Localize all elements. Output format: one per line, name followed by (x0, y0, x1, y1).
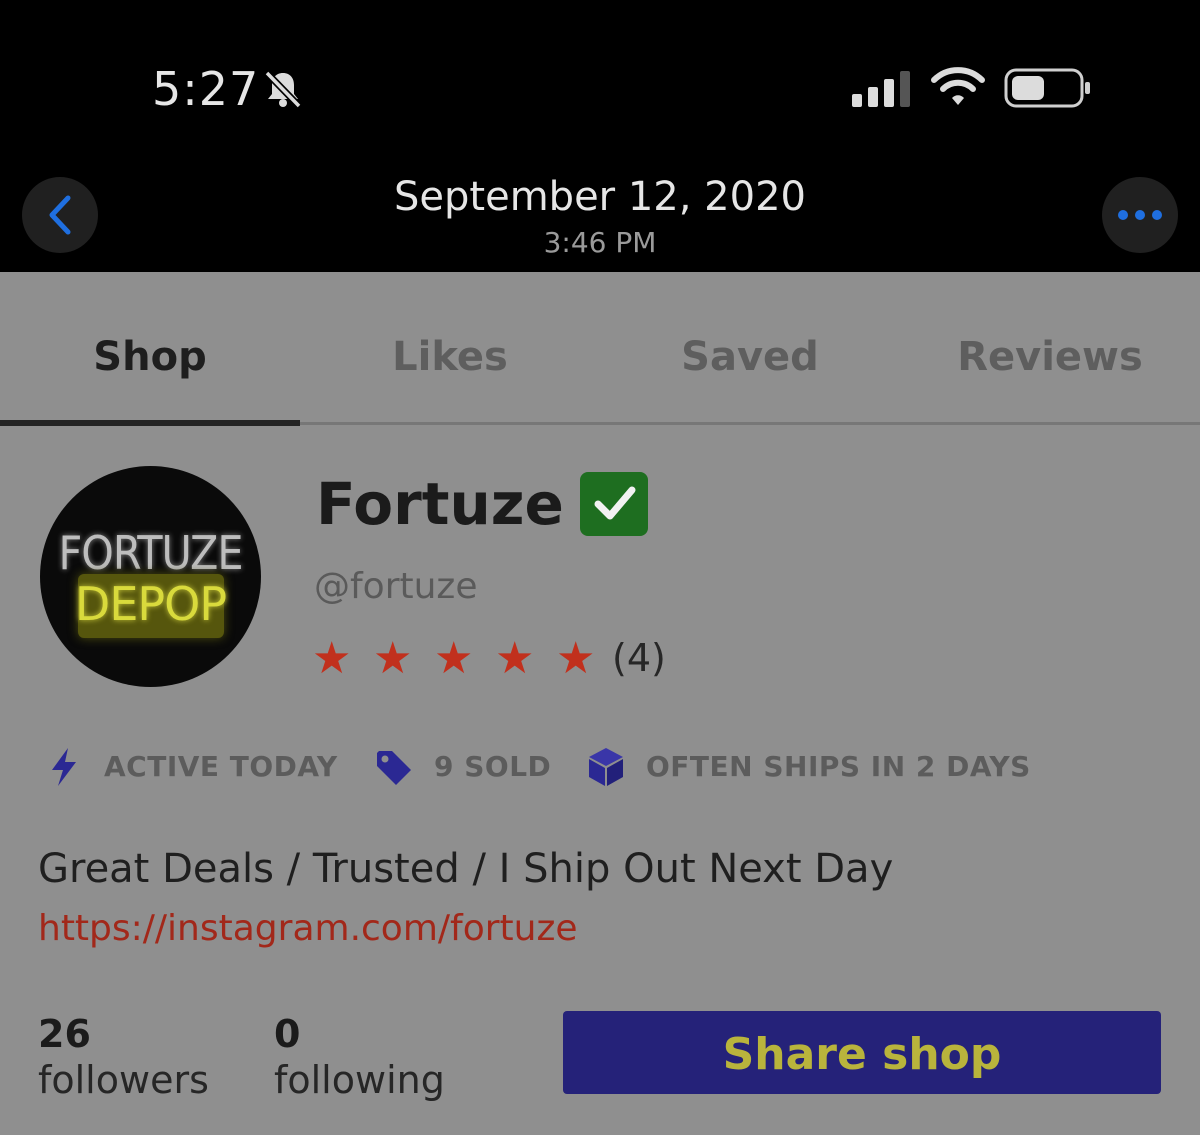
check-mark-button-icon (580, 472, 648, 536)
box-icon (589, 748, 623, 786)
share-shop-label: Share shop (722, 1029, 1002, 1080)
badge-sold: 9 SOLD (434, 750, 552, 783)
review-count[interactable]: (4) (612, 636, 666, 680)
share-shop-button[interactable]: Share shop (563, 1011, 1161, 1094)
avatar: FORTUZE DEPOP (40, 466, 261, 687)
bell-slash-icon (264, 70, 302, 109)
lightning-icon (52, 748, 76, 786)
followers-label[interactable]: followers (38, 1058, 209, 1102)
following-count[interactable]: 0 (274, 1012, 300, 1056)
tab-shop[interactable]: Shop (0, 334, 300, 380)
header-date: September 12, 2020 (394, 174, 806, 220)
battery-icon (1004, 68, 1090, 108)
star-icon: ★ (556, 634, 596, 683)
following-label[interactable]: following (274, 1058, 445, 1102)
profile-tabs: Shop Likes Saved Reviews (0, 272, 1200, 426)
badge-active-today: ACTIVE TODAY (104, 750, 338, 783)
tag-icon (377, 751, 411, 785)
avatar-text-top: FORTUZE (58, 526, 243, 580)
shop-name: Fortuze (316, 470, 564, 538)
header-time: 3:46 PM (543, 226, 657, 259)
ellipsis-icon (1118, 210, 1162, 220)
star-icon: ★ (373, 634, 413, 683)
wifi-icon (931, 67, 985, 105)
badge-ships: OFTEN SHIPS IN 2 DAYS (646, 750, 1031, 783)
instagram-link[interactable]: https://instagram.com/fortuze (38, 908, 578, 949)
status-time: 5:27 (152, 62, 260, 116)
followers-count[interactable]: 26 (38, 1012, 91, 1056)
star-icon: ★ (495, 634, 535, 683)
star-icon: ★ (434, 634, 474, 683)
shop-bio: Great Deals / Trusted / I Ship Out Next … (38, 846, 894, 892)
top-bar: 5:27 September 12, 2020 3:46 PM (0, 0, 1200, 272)
active-tab-indicator (0, 420, 300, 426)
shop-handle: @fortuze (314, 566, 478, 607)
tab-saved[interactable]: Saved (600, 334, 900, 380)
cellular-signal-icon (852, 71, 910, 107)
avatar-text-bottom: DEPOP (74, 577, 227, 631)
tab-reviews[interactable]: Reviews (900, 334, 1200, 380)
more-options-button[interactable] (1102, 177, 1178, 253)
tab-likes[interactable]: Likes (300, 334, 600, 380)
star-icon: ★ (312, 634, 352, 683)
